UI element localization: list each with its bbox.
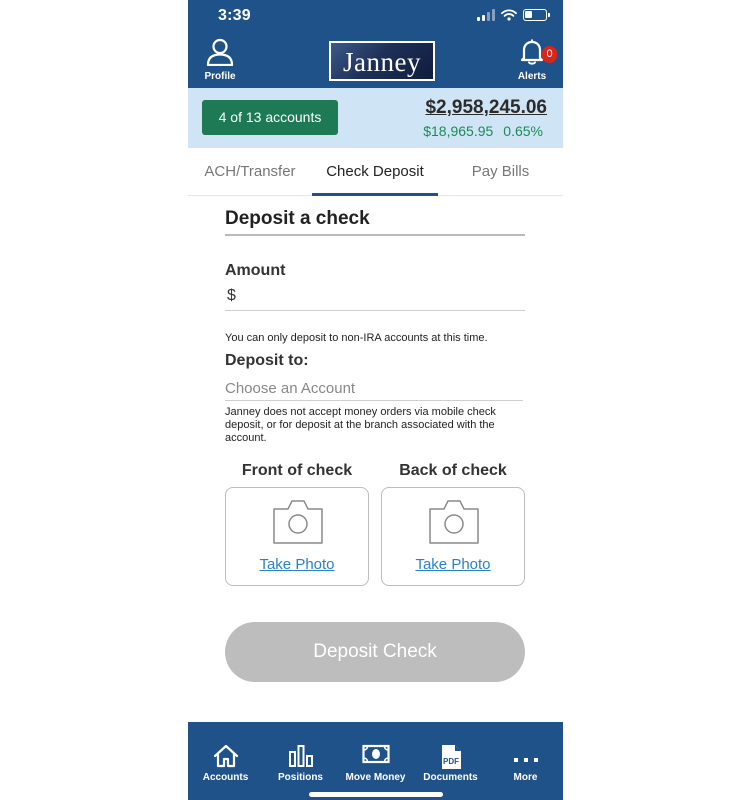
deposit-check-button[interactable]: Deposit Check <box>225 622 525 682</box>
pdf-document-icon: PDF <box>441 745 461 769</box>
change-percent: 0.65% <box>503 123 543 139</box>
status-icons <box>477 9 550 21</box>
profile-button[interactable]: Profile <box>200 38 240 82</box>
bottom-nav: Accounts Positions Move Money PDF Docume… <box>188 722 563 800</box>
home-indicator[interactable] <box>309 792 443 797</box>
front-check-photo-box[interactable]: Take Photo <box>225 487 369 586</box>
amount-input[interactable] <box>243 284 523 308</box>
bar-chart-icon <box>288 745 313 767</box>
front-of-check-label: Front of check <box>241 462 353 479</box>
currency-symbol: $ <box>227 287 236 304</box>
form-title: Deposit a check <box>225 208 370 229</box>
change-amount: $18,965.95 <box>423 123 494 139</box>
alerts-badge: 0 <box>542 46 557 63</box>
ira-note: You can only deposit to non-IRA accounts… <box>225 332 488 344</box>
nav-label: Move Money <box>345 772 406 783</box>
nav-accounts[interactable]: Accounts <box>188 722 263 800</box>
tab-bar: ACH/Transfer Check Deposit Pay Bills <box>188 148 563 196</box>
pdf-icon-text: PDF <box>443 757 459 766</box>
person-icon <box>206 38 234 66</box>
tab-ach-transfer[interactable]: ACH/Transfer <box>188 148 312 196</box>
phone-screen: 3:39 Profile Janney 0 Alerts 4 of 13 acc… <box>188 0 563 800</box>
accounts-selector-button[interactable]: 4 of 13 accounts <box>202 100 338 135</box>
battery-icon <box>523 9 550 21</box>
back-check-photo-box[interactable]: Take Photo <box>381 487 525 586</box>
nav-label: More <box>513 772 538 783</box>
nav-positions[interactable]: Positions <box>263 722 338 800</box>
tab-pay-bills[interactable]: Pay Bills <box>438 148 563 196</box>
alerts-label: Alerts <box>517 71 547 82</box>
back-take-photo-link[interactable]: Take Photo <box>382 556 524 573</box>
deposit-to-label: Deposit to: <box>225 352 309 369</box>
title-divider <box>225 234 525 236</box>
tab-check-deposit[interactable]: Check Deposit <box>312 148 438 196</box>
more-dots-icon <box>513 758 538 762</box>
logo-text: Janney <box>343 47 421 77</box>
app-header: 3:39 Profile Janney 0 Alerts <box>188 0 563 88</box>
nav-label: Documents <box>423 772 478 783</box>
front-take-photo-link[interactable]: Take Photo <box>226 556 368 573</box>
account-select[interactable]: Choose an Account <box>225 380 523 402</box>
nav-move-money[interactable]: Move Money <box>338 722 413 800</box>
account-summary: 4 of 13 accounts $2,958,245.06 $18,965.9… <box>188 88 563 148</box>
money-icon <box>361 744 390 764</box>
status-time: 3:39 <box>218 7 251 24</box>
account-underline <box>225 400 523 401</box>
daily-change: $18,965.95 0.65% <box>423 123 543 139</box>
amount-underline <box>225 310 525 311</box>
back-of-check-label: Back of check <box>399 462 507 479</box>
money-order-note: Janney does not accept money orders via … <box>225 406 496 444</box>
janney-logo: Janney <box>329 41 435 81</box>
bell-icon <box>520 39 544 65</box>
cellular-signal-icon <box>477 9 495 21</box>
amount-label: Amount <box>225 262 286 279</box>
nav-documents[interactable]: PDF Documents <box>413 722 488 800</box>
total-balance[interactable]: $2,958,245.06 <box>425 97 547 119</box>
profile-label: Profile <box>204 71 236 82</box>
nav-label: Positions <box>277 772 323 783</box>
camera-icon <box>429 500 479 544</box>
wifi-icon <box>501 9 517 21</box>
alerts-button[interactable]: 0 Alerts <box>510 38 557 82</box>
nav-label: Accounts <box>202 772 249 783</box>
home-icon <box>213 744 238 768</box>
camera-icon <box>273 500 323 544</box>
nav-more[interactable]: More <box>488 722 563 800</box>
